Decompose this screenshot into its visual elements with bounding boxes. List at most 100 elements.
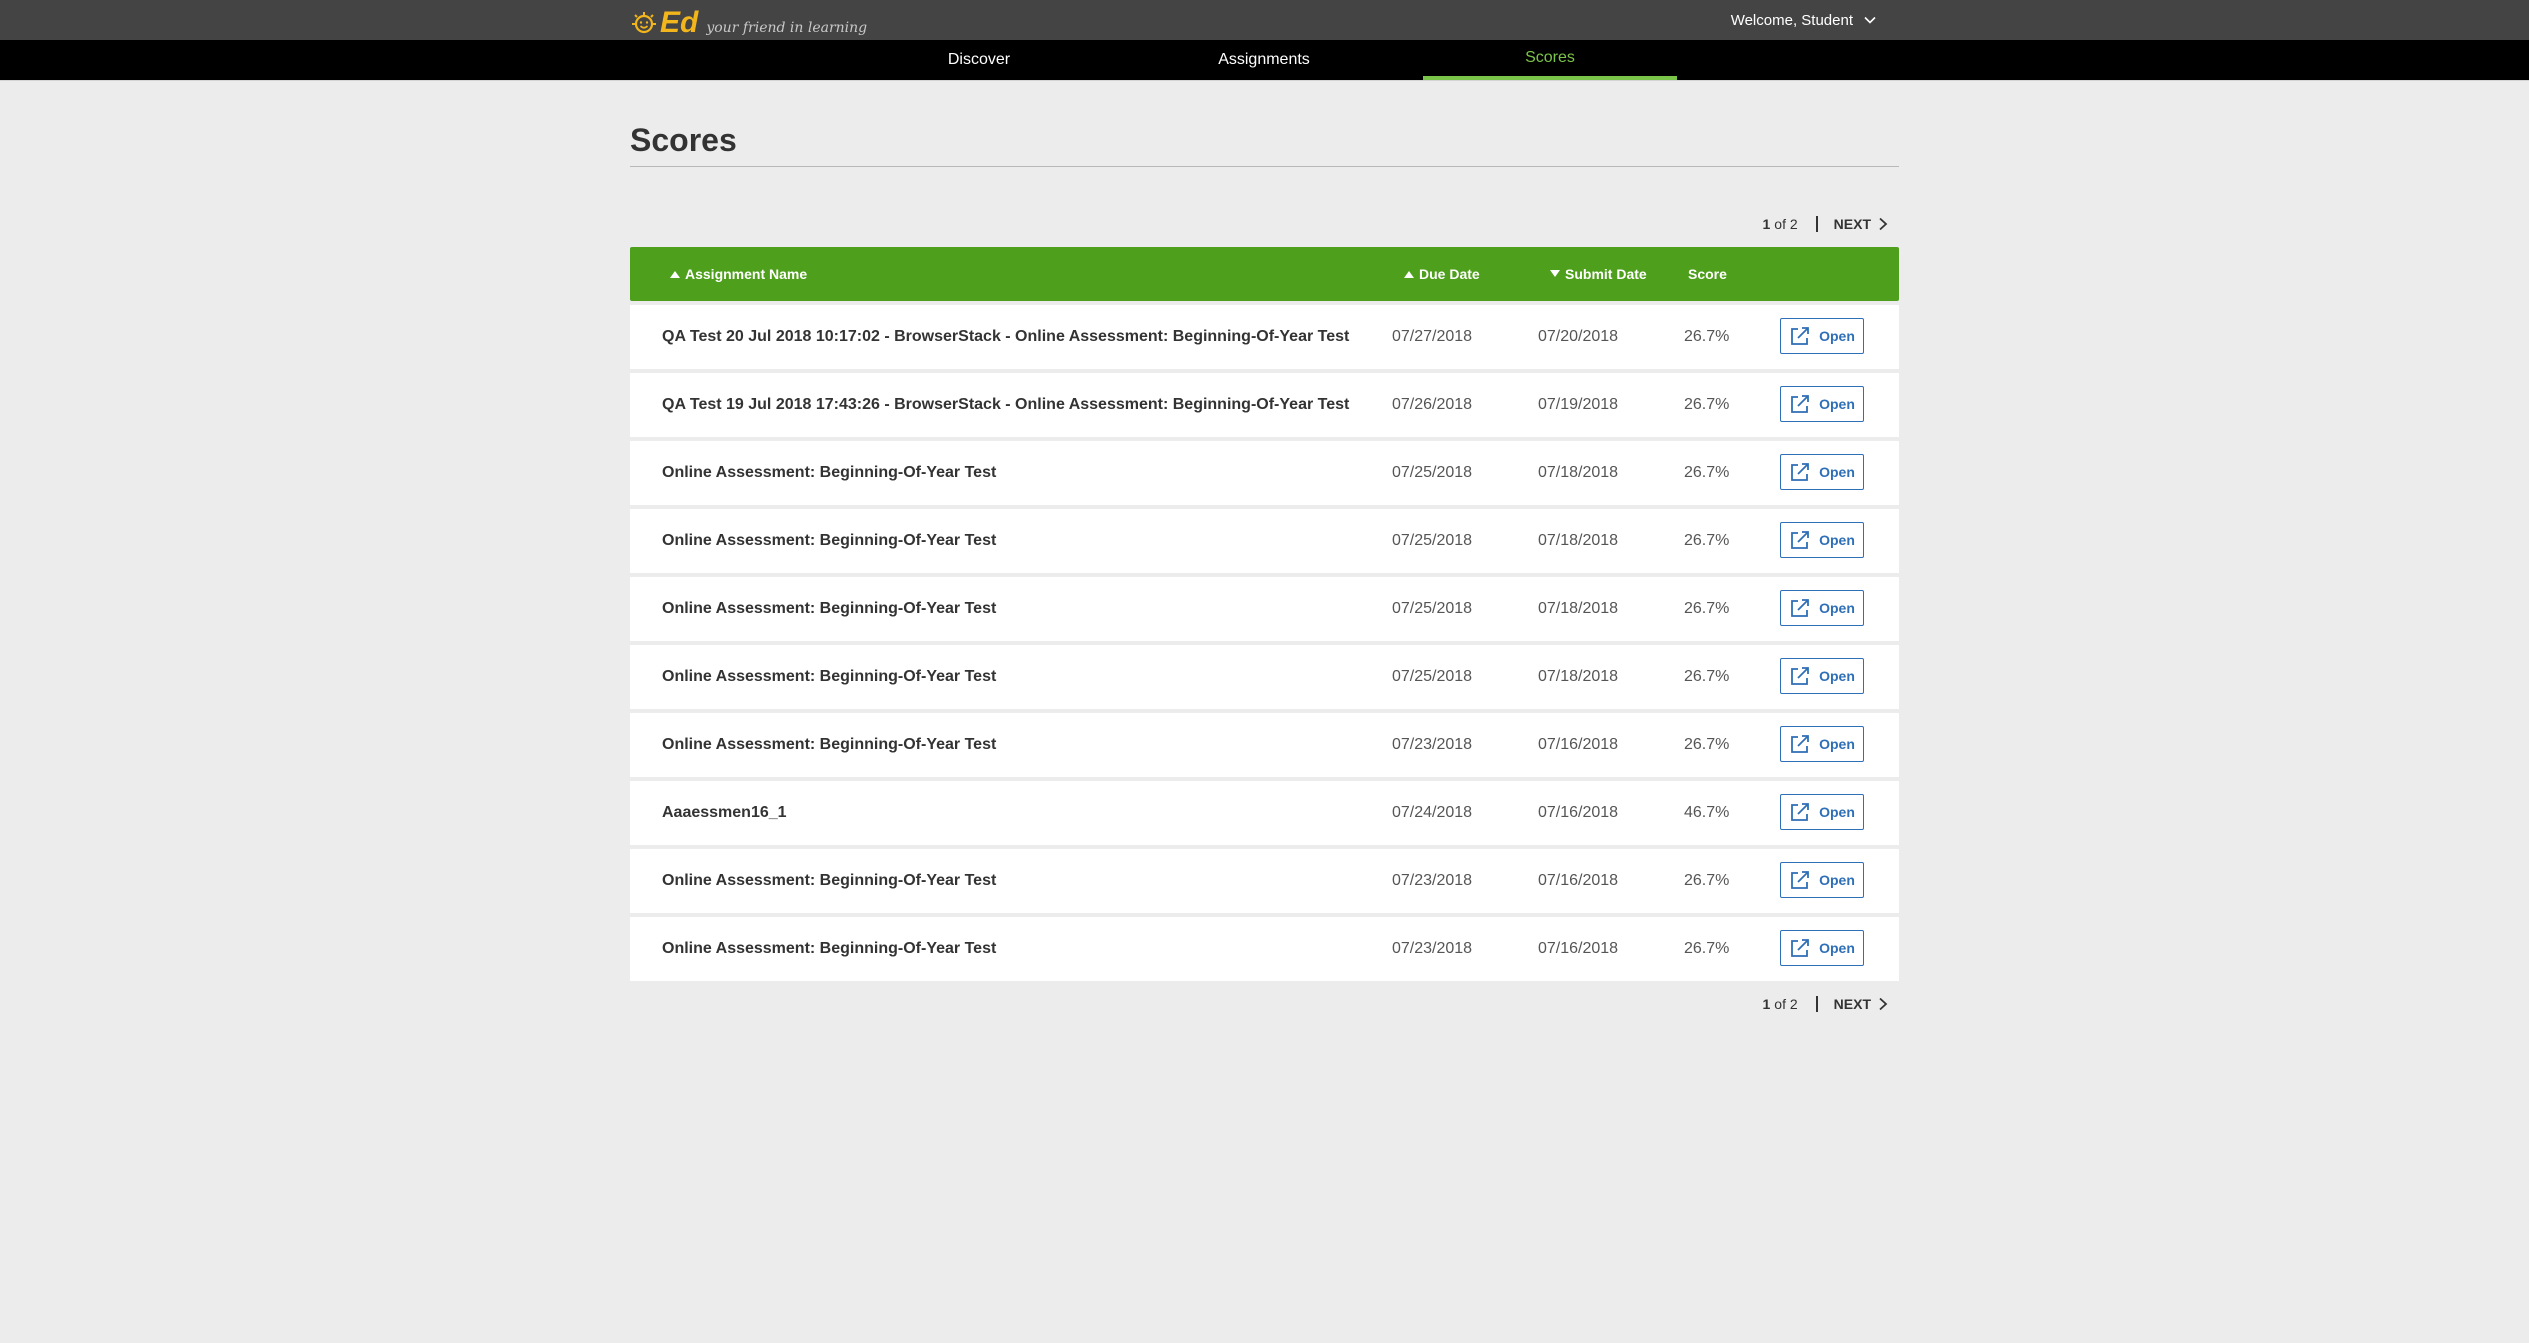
- header-score: Score: [1688, 266, 1727, 282]
- header-submit-date: Submit Date: [1565, 266, 1647, 282]
- open-button[interactable]: Open: [1780, 862, 1864, 898]
- table-row: QA Test 20 Jul 2018 10:17:02 - BrowserSt…: [630, 305, 1899, 369]
- score-value: 26.7%: [1684, 464, 1730, 481]
- table-row: Online Assessment: Beginning-Of-Year Tes…: [630, 917, 1899, 981]
- logo-tagline: your friend in learning: [706, 20, 868, 36]
- external-link-icon: [1791, 871, 1810, 889]
- title-divider: [630, 166, 1899, 167]
- next-page-button[interactable]: NEXT: [1834, 216, 1871, 232]
- pager-divider: [1815, 996, 1818, 1012]
- score-value: 26.7%: [1684, 396, 1730, 413]
- sort-due-date[interactable]: Due Date: [1404, 247, 1480, 301]
- sort-up-icon: [1404, 271, 1414, 278]
- external-link-icon: [1791, 667, 1810, 685]
- assignment-name: QA Test 20 Jul 2018 10:17:02 - BrowserSt…: [662, 328, 1350, 345]
- open-label: Open: [1819, 940, 1855, 956]
- current-page: 1: [1762, 216, 1771, 232]
- pagination-top: 1 of 2 NEXT: [630, 211, 1899, 237]
- open-button[interactable]: Open: [1780, 794, 1864, 830]
- logo-text: Ed: [660, 6, 699, 39]
- assignment-name: Online Assessment: Beginning-Of-Year Tes…: [662, 736, 997, 753]
- open-button[interactable]: Open: [1780, 386, 1864, 422]
- tab-assignments[interactable]: Assignments: [1137, 40, 1391, 80]
- submit-date: 07/18/2018: [1538, 464, 1619, 481]
- score-value: 46.7%: [1684, 804, 1730, 821]
- logo-mark: Ed: [630, 8, 698, 38]
- tab-discover[interactable]: Discover: [852, 40, 1106, 80]
- table-row: Online Assessment: Beginning-Of-Year Tes…: [630, 645, 1899, 709]
- scores-table: Assignment Name Due Date Submit Date Sco…: [630, 247, 1899, 981]
- assignment-name: Online Assessment: Beginning-Of-Year Tes…: [662, 532, 997, 549]
- due-date: 07/23/2018: [1392, 872, 1473, 889]
- tab-scores[interactable]: Scores: [1423, 40, 1677, 80]
- due-date: 07/23/2018: [1392, 940, 1473, 957]
- current-page: 1: [1762, 996, 1771, 1012]
- table-row: Online Assessment: Beginning-Of-Year Tes…: [630, 713, 1899, 777]
- score-value: 26.7%: [1684, 940, 1730, 957]
- sun-logo-icon: [632, 12, 656, 34]
- table-row: Online Assessment: Beginning-Of-Year Tes…: [630, 849, 1899, 913]
- due-date: 07/25/2018: [1392, 600, 1473, 617]
- page-title: Scores: [630, 122, 737, 158]
- open-button[interactable]: Open: [1780, 726, 1864, 762]
- sort-assignment-name[interactable]: Assignment Name: [670, 247, 807, 301]
- header-due-date: Due Date: [1419, 266, 1480, 282]
- due-date: 07/25/2018: [1392, 464, 1473, 481]
- external-link-icon: [1791, 463, 1810, 481]
- score-value: 26.7%: [1684, 668, 1730, 685]
- assignment-name: Online Assessment: Beginning-Of-Year Tes…: [662, 464, 997, 481]
- external-link-icon: [1791, 327, 1810, 345]
- score-value: 26.7%: [1684, 600, 1730, 617]
- assignment-name: Online Assessment: Beginning-Of-Year Tes…: [662, 872, 997, 889]
- header-score-col: Score: [1688, 247, 1727, 301]
- ed-logo[interactable]: Ed your friend in learning: [630, 2, 867, 38]
- next-page-button[interactable]: NEXT: [1834, 996, 1871, 1012]
- table-row: Online Assessment: Beginning-Of-Year Tes…: [630, 509, 1899, 573]
- open-label: Open: [1819, 668, 1855, 684]
- due-date: 07/27/2018: [1392, 328, 1473, 345]
- top-header: Ed your friend in learning Welcome, Stud…: [0, 0, 2529, 40]
- sort-up-icon: [670, 271, 680, 278]
- open-label: Open: [1819, 804, 1855, 820]
- main-content: Scores 1 of 2 NEXT Assignment Name Due D…: [630, 80, 1899, 1017]
- open-button[interactable]: Open: [1780, 318, 1864, 354]
- open-button[interactable]: Open: [1780, 930, 1864, 966]
- submit-date: 07/18/2018: [1538, 668, 1619, 685]
- external-link-icon: [1791, 735, 1810, 753]
- table-row: QA Test 19 Jul 2018 17:43:26 - BrowserSt…: [630, 373, 1899, 437]
- welcome-text: Welcome, Student: [1730, 11, 1853, 29]
- due-date: 07/25/2018: [1392, 668, 1473, 685]
- submit-date: 07/16/2018: [1538, 736, 1619, 753]
- open-button[interactable]: Open: [1780, 522, 1864, 558]
- open-label: Open: [1819, 600, 1855, 616]
- assignment-name: Online Assessment: Beginning-Of-Year Tes…: [662, 600, 997, 617]
- score-value: 26.7%: [1684, 532, 1730, 549]
- user-menu[interactable]: Welcome, Student: [1731, 0, 1877, 40]
- table-row: Aaaessmen16_1 07/24/2018 07/16/2018 46.7% Op…: [630, 781, 1899, 845]
- external-link-icon: [1791, 939, 1810, 957]
- submit-date: 07/20/2018: [1538, 328, 1619, 345]
- submit-date: 07/19/2018: [1538, 396, 1619, 413]
- score-value: 26.7%: [1684, 328, 1730, 345]
- external-link-icon: [1791, 803, 1810, 821]
- table-row: Online Assessment: Beginning-Of-Year Tes…: [630, 441, 1899, 505]
- open-button[interactable]: Open: [1780, 454, 1864, 490]
- open-label: Open: [1819, 396, 1855, 412]
- external-link-icon: [1791, 599, 1810, 617]
- open-label: Open: [1819, 464, 1855, 480]
- pager-divider: [1815, 216, 1818, 232]
- open-button[interactable]: Open: [1780, 590, 1864, 626]
- submit-date: 07/16/2018: [1538, 940, 1619, 957]
- due-date: 07/23/2018: [1392, 736, 1473, 753]
- assignment-name: Aaaessmen16_1: [662, 804, 787, 821]
- pagination-bottom: 1 of 2 NEXT: [630, 991, 1899, 1017]
- submit-date: 07/16/2018: [1538, 872, 1619, 889]
- sort-submit-date[interactable]: Submit Date: [1550, 247, 1647, 301]
- open-button[interactable]: Open: [1780, 658, 1864, 694]
- open-label: Open: [1819, 328, 1855, 344]
- page-count: of 2: [1774, 996, 1798, 1012]
- score-value: 26.7%: [1684, 736, 1730, 753]
- header-assignment-name: Assignment Name: [685, 266, 808, 282]
- chevron-right-icon[interactable]: [1877, 217, 1889, 231]
- chevron-right-icon[interactable]: [1877, 997, 1889, 1011]
